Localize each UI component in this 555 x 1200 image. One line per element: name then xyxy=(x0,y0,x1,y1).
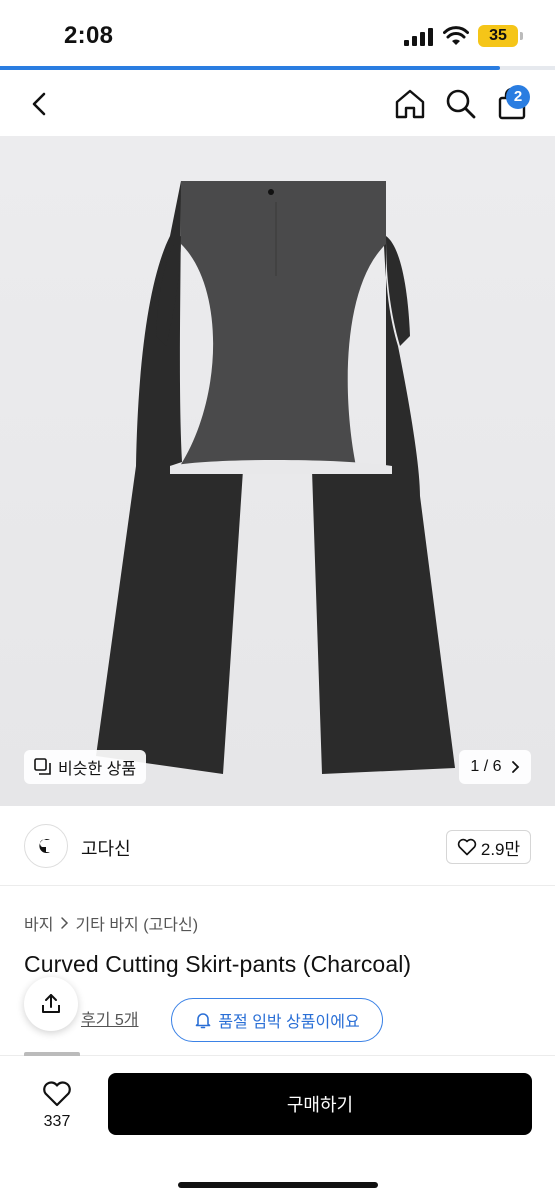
copy-icon xyxy=(34,758,51,775)
chevron-right-icon xyxy=(511,761,519,773)
wifi-icon xyxy=(443,26,469,45)
share-icon xyxy=(42,994,60,1013)
peeking-content-edge xyxy=(24,1052,80,1056)
brand-like-count: 2.9만 xyxy=(480,839,521,859)
image-page-counter[interactable]: 1 / 6 xyxy=(459,750,531,784)
top-nav xyxy=(0,72,555,136)
breadcrumb-category[interactable]: 바지 xyxy=(24,911,53,935)
share-button[interactable] xyxy=(24,977,78,1031)
bell-icon xyxy=(196,1013,211,1029)
heart-outline-icon xyxy=(457,838,477,856)
home-indicator xyxy=(178,1182,378,1188)
chevron-right-icon xyxy=(61,917,69,929)
status-bar: 2:08 35 xyxy=(0,0,555,66)
battery-indicator: 35 xyxy=(478,25,518,47)
product-title: Curved Cutting Skirt-pants (Charcoal) xyxy=(24,951,412,977)
similar-products-label: 비슷한 상품 xyxy=(58,761,137,778)
search-icon[interactable] xyxy=(443,86,479,122)
breadcrumb: 바지 기타 바지 (고다신) xyxy=(24,911,198,935)
wishlist-button[interactable]: 337 xyxy=(24,1074,90,1138)
product-image-gallery[interactable]: 비슷한 상품 1 / 6 xyxy=(0,136,555,806)
heart-outline-icon xyxy=(43,1081,71,1107)
wishlist-count: 337 xyxy=(43,1113,71,1130)
battery-tip xyxy=(520,32,523,40)
home-icon[interactable] xyxy=(392,86,428,122)
brand-row: 고다신 2.9만 xyxy=(0,806,555,886)
low-stock-notice-button[interactable]: 품절 임박 상품이에요 xyxy=(171,998,383,1042)
brand-logo[interactable] xyxy=(24,824,68,868)
cart-count-badge: 2 xyxy=(506,85,530,109)
similar-products-button[interactable]: 비슷한 상품 xyxy=(24,750,147,784)
page-progress-fill xyxy=(0,66,500,70)
buy-button[interactable]: 구매하기 xyxy=(108,1073,532,1135)
bottom-purchase-bar: 337 구매하기 xyxy=(0,1052,555,1200)
page-counter-text: 1 / 6 xyxy=(470,758,502,775)
low-stock-notice-label: 품절 임박 상품이에요 xyxy=(218,1014,360,1031)
page-progress-bar xyxy=(0,66,555,70)
cellular-signal-icon xyxy=(404,28,433,46)
brand-like-button[interactable]: 2.9만 xyxy=(446,830,531,864)
back-icon[interactable] xyxy=(22,86,58,122)
product-image xyxy=(96,181,455,774)
breadcrumb-subcategory[interactable]: 기타 바지 (고다신) xyxy=(75,911,198,935)
brand-logo-mark xyxy=(39,839,50,853)
brand-name[interactable]: 고다신 xyxy=(81,835,131,861)
status-time: 2:08 xyxy=(64,22,114,49)
reviews-link[interactable]: 후기 5개 xyxy=(81,1006,139,1030)
